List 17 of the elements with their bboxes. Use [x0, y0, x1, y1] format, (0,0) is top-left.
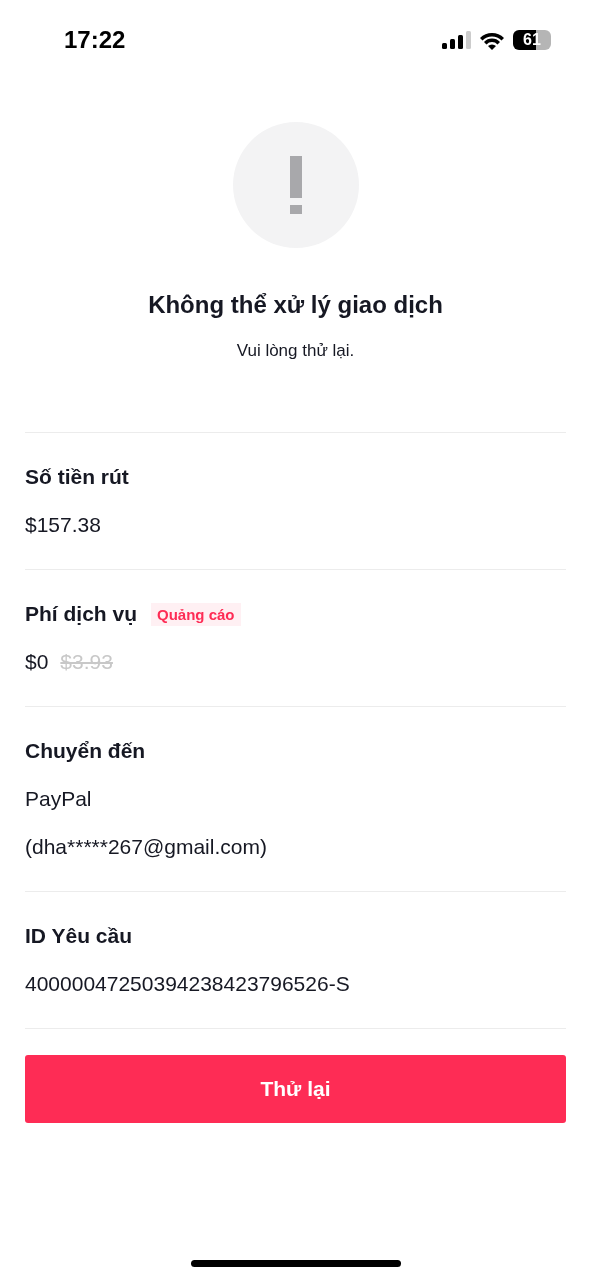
home-indicator[interactable]: [190, 1260, 401, 1267]
retry-button[interactable]: Thử lại: [25, 1055, 566, 1123]
error-message: Vui lòng thử lại.: [236, 340, 355, 362]
field-label: Số tiền rút: [25, 465, 129, 489]
field-value: 40000047250394238423796526-S: [25, 972, 350, 996]
status-time: 17:22: [64, 26, 126, 54]
field-value: PayPal: [25, 787, 92, 811]
field-value: $0: [25, 650, 49, 674]
field-value: (dha*****267@gmail.com): [25, 835, 267, 859]
field-value: $157.38: [25, 513, 101, 537]
promo-badge: Quảng cáo: [151, 602, 241, 626]
error-title: Không thể xử lý giao dịch: [148, 290, 443, 320]
field-label: Chuyển đến: [25, 739, 146, 763]
wifi-icon: [479, 30, 505, 50]
field-label: ID Yêu cầu: [25, 924, 132, 948]
field-label: Phí dịch vụ: [25, 602, 137, 626]
signal-icon: [442, 31, 471, 49]
